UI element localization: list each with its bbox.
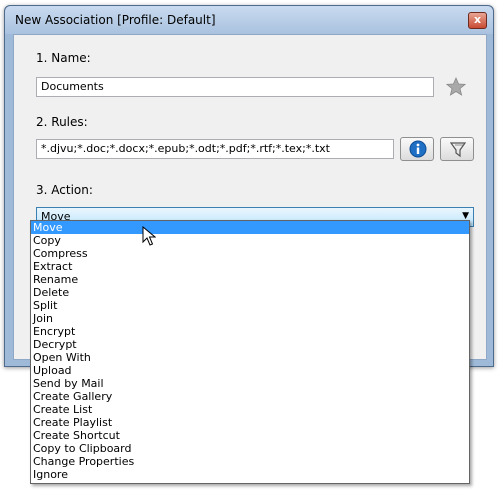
- action-option[interactable]: Split: [31, 299, 469, 312]
- close-button[interactable]: x: [468, 12, 487, 29]
- rules-input[interactable]: *.djvu;*.doc;*.docx;*.epub;*.odt;*.pdf;*…: [36, 139, 394, 159]
- action-option[interactable]: Compress: [31, 247, 469, 260]
- mouse-cursor-icon: [142, 226, 156, 246]
- star-icon[interactable]: [446, 77, 466, 97]
- action-option[interactable]: Change Properties: [31, 455, 469, 468]
- rules-label: 2. Rules:: [36, 115, 88, 129]
- action-option[interactable]: Send by Mail: [31, 377, 469, 390]
- action-option[interactable]: Decrypt: [31, 338, 469, 351]
- name-label: 1. Name:: [36, 51, 91, 65]
- window-title: New Association [Profile: Default]: [15, 13, 216, 27]
- action-option[interactable]: Move: [31, 221, 469, 234]
- filter-button[interactable]: [440, 137, 474, 161]
- info-icon: [409, 140, 427, 158]
- action-option[interactable]: Ignore: [31, 468, 469, 481]
- info-button[interactable]: [400, 137, 434, 161]
- action-option[interactable]: Encrypt: [31, 325, 469, 338]
- action-dropdown-list[interactable]: Move Copy Compress Extract Rename Delete Split…: [30, 220, 470, 484]
- title-bar[interactable]: New Association [Profile: Default] x: [5, 6, 493, 34]
- action-option[interactable]: Join: [31, 312, 469, 325]
- action-option[interactable]: Rename: [31, 273, 469, 286]
- action-option[interactable]: Extract: [31, 260, 469, 273]
- action-option[interactable]: Create Gallery: [31, 390, 469, 403]
- name-input[interactable]: Documents: [36, 77, 434, 97]
- action-option[interactable]: Delete: [31, 286, 469, 299]
- action-option[interactable]: Create Shortcut: [31, 429, 469, 442]
- action-option[interactable]: Copy to Clipboard: [31, 442, 469, 455]
- action-option[interactable]: Create List: [31, 403, 469, 416]
- action-option[interactable]: Upload: [31, 364, 469, 377]
- action-option[interactable]: Open With: [31, 351, 469, 364]
- action-label: 3. Action:: [36, 183, 93, 197]
- filter-icon: [449, 142, 467, 158]
- action-option[interactable]: Copy: [31, 234, 469, 247]
- action-option[interactable]: Create Playlist: [31, 416, 469, 429]
